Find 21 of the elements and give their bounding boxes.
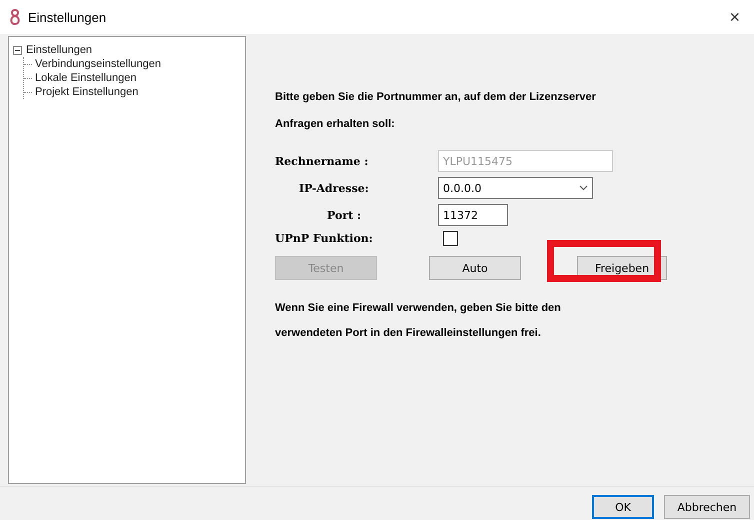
instruction-text: Bitte geben Sie die Portnummer an, auf dem der Lizenzserver Anfragen erhalten soll: <box>275 90 597 132</box>
collapse-icon[interactable] <box>13 46 22 54</box>
field-label: UPnP Funktion: <box>275 232 374 245</box>
tree-item[interactable]: Einstellungen <box>26 44 92 56</box>
field-label: IP-Adresse: <box>298 182 370 194</box>
chevron-down-icon <box>579 185 588 191</box>
action-button[interactable]: Auto <box>429 256 521 280</box>
close-button[interactable]: × <box>723 6 746 28</box>
ip-dropdown[interactable]: 0.0.0.0 <box>438 177 593 199</box>
port-field[interactable]: 11372 <box>438 204 508 226</box>
firewall-note: Wenn Sie eine Firewall verwenden, geben Sie bitte den verwendeten Port in den Firewalleinstellungen frei. <box>275 301 562 341</box>
app-logo-icon <box>8 8 22 26</box>
tree-item[interactable]: Lokale Einstellungen <box>35 72 137 84</box>
ok-button[interactable]: OK <box>592 495 654 519</box>
tree-item[interactable]: Verbindungseinstellungen <box>35 58 161 70</box>
tree-item[interactable]: Projekt Einstellungen <box>35 86 138 98</box>
field-label: Port : <box>326 208 362 222</box>
cancel-button[interactable]: Abbrechen <box>664 495 750 519</box>
window-title: Einstellungen <box>28 10 108 24</box>
upnp-checkbox[interactable] <box>443 231 458 246</box>
field-label: Rechnername : <box>275 154 370 168</box>
